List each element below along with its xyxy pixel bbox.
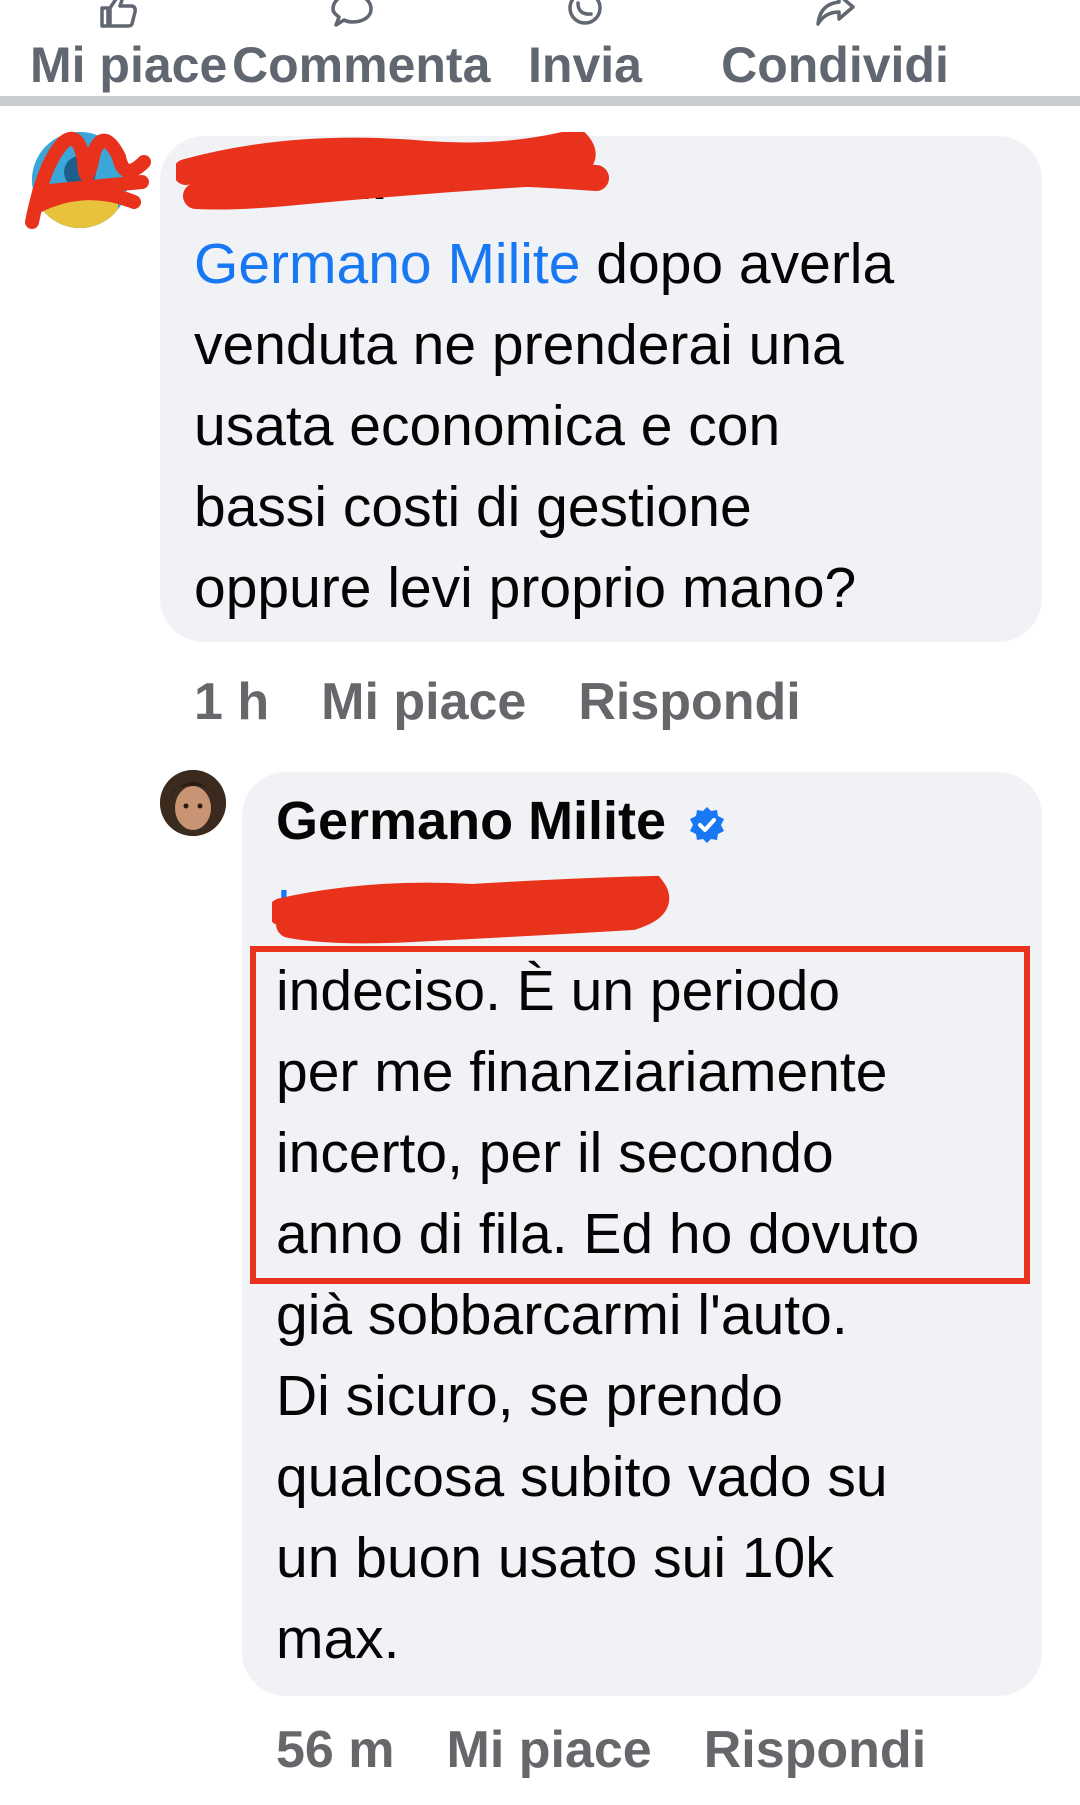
- reply-reply-link[interactable]: Rispondi: [704, 1721, 926, 1779]
- reply-comment-link[interactable]: Rispondi: [578, 673, 800, 731]
- post-action-bar: Mi piace Commenta Invia Condividi: [0, 0, 1080, 98]
- comment-text-line: oppure levi proprio mano?: [194, 556, 857, 620]
- reply-text-line: max.: [276, 1607, 400, 1671]
- reply-text-line: Di sicuro, se prendo: [276, 1364, 783, 1428]
- comment-action-label: Commenta: [232, 37, 491, 93]
- comment-text: Germano Milite dopo averla venduta ne pr…: [194, 224, 894, 629]
- comment-text-line: venduta ne prenderai una: [194, 313, 844, 377]
- like-action-label: Mi piace: [30, 37, 228, 93]
- reply-author-name[interactable]: Germano Milite: [276, 790, 727, 852]
- reply-text-line: un buon usato sui 10k: [276, 1526, 834, 1590]
- name-redaction-scribble: [176, 132, 609, 210]
- mention-link[interactable]: Germano Milite: [194, 232, 580, 296]
- highlight-annotation-box: [250, 946, 1030, 1284]
- thumbs-up-icon: [100, 0, 137, 28]
- reply-meta: 56 m Mi piace Rispondi: [276, 1720, 978, 1780]
- send-action-label: Invia: [528, 37, 642, 93]
- verified-badge-icon: [690, 806, 725, 843]
- avatar-redaction-scribble: [25, 131, 151, 229]
- mention-redaction-scribble: [272, 875, 670, 944]
- reply-text-line: già sobbarcarmi l'auto.: [276, 1283, 848, 1347]
- comment-text-line: usata economica e con: [194, 394, 781, 458]
- whatsapp-icon: [568, 0, 602, 25]
- like-comment-link[interactable]: Mi piace: [321, 673, 526, 731]
- share-arrow-icon: [816, 0, 855, 26]
- share-action-label: Condividi: [721, 37, 949, 93]
- comment-text-line: bassi costi di gestione: [194, 475, 752, 539]
- reply-author-avatar[interactable]: [160, 770, 226, 836]
- reply-timestamp: 56 m: [276, 1721, 395, 1779]
- comment-bubble-icon: [331, 0, 373, 27]
- reply-text-line: qualcosa subito vado su: [276, 1445, 888, 1509]
- like-reply-link[interactable]: Mi piace: [447, 1721, 652, 1779]
- comment-timestamp: 1 h: [194, 673, 270, 731]
- action-bar-divider: [0, 96, 1080, 106]
- comment-meta: 1 h Mi piace Rispondi: [194, 672, 853, 732]
